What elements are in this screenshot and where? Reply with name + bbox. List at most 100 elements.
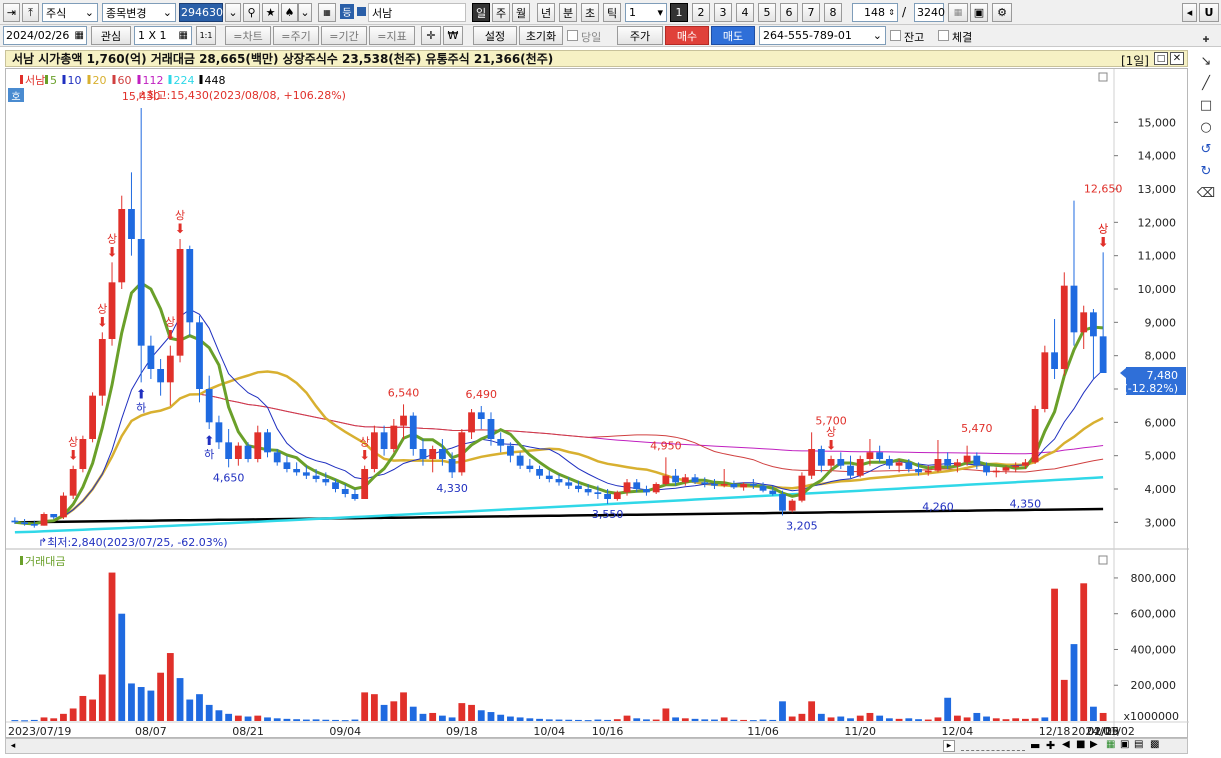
period-minute[interactable]: 분 bbox=[559, 3, 577, 22]
ratio-button[interactable]: 1:1 bbox=[196, 26, 216, 45]
prev-icon[interactable]: ◂ bbox=[1182, 3, 1197, 22]
candle-body bbox=[302, 472, 310, 476]
sell-button[interactable]: 매도 bbox=[711, 26, 755, 45]
zoom-slider[interactable] bbox=[961, 741, 1025, 751]
tool-icon[interactable]: ✚ bbox=[1196, 30, 1216, 48]
tab-range[interactable]: =기간 bbox=[321, 26, 367, 45]
save-icon[interactable]: ▣ bbox=[970, 3, 988, 22]
candle-body bbox=[1070, 285, 1078, 333]
volume-bar bbox=[254, 715, 262, 721]
page-2[interactable]: 2 bbox=[692, 3, 710, 22]
candle-body bbox=[779, 494, 786, 511]
rect-icon[interactable]: □ bbox=[1196, 96, 1216, 114]
zoom-out-icon[interactable]: ▬ bbox=[1030, 739, 1040, 752]
today-checkbox[interactable] bbox=[567, 30, 578, 41]
candle-body bbox=[468, 412, 475, 433]
period-year[interactable]: 년 bbox=[537, 3, 555, 22]
excel-icon[interactable]: ▦ bbox=[1106, 739, 1115, 750]
scroll-left-icon[interactable]: ◂ bbox=[7, 740, 19, 752]
page-7[interactable]: 7 bbox=[802, 3, 820, 22]
crosshair-icon[interactable]: ✛ bbox=[421, 26, 441, 45]
save-chart-icon[interactable]: ▣ bbox=[1120, 739, 1129, 750]
interest-button[interactable]: 관심 bbox=[91, 26, 131, 45]
period-tick[interactable]: 틱 bbox=[603, 3, 621, 22]
page-4[interactable]: 4 bbox=[736, 3, 754, 22]
candle-body bbox=[497, 439, 505, 446]
legend-swatch bbox=[199, 75, 203, 84]
market-select[interactable]: 주식 ⌄ bbox=[42, 3, 98, 22]
candle-body bbox=[934, 459, 942, 471]
fill-checkbox[interactable] bbox=[938, 30, 949, 41]
candle-body bbox=[1080, 312, 1088, 333]
date-input[interactable]: 2024/02/26 ▦ bbox=[3, 26, 87, 45]
price-label: 6,490 bbox=[466, 388, 498, 401]
zoom-in-icon[interactable]: ✚ bbox=[1046, 739, 1055, 752]
maximize-icon[interactable]: □ bbox=[1154, 52, 1168, 65]
buy-button[interactable]: 매수 bbox=[665, 26, 709, 45]
won-icon[interactable]: ₩ bbox=[443, 26, 463, 45]
period-second[interactable]: 초 bbox=[581, 3, 599, 22]
count-input[interactable]: 148 ⇕ bbox=[852, 3, 898, 22]
search-icon[interactable]: ⚲ bbox=[243, 3, 260, 22]
code-dropdown-icon[interactable]: ⌄ bbox=[225, 3, 241, 22]
candle-body bbox=[788, 500, 796, 511]
page-3[interactable]: 3 bbox=[714, 3, 732, 22]
balance-checkbox[interactable] bbox=[890, 30, 901, 41]
low-note: ↱최저:2,840(2023/07/25, -62.03%) bbox=[38, 536, 228, 549]
period-day[interactable]: 일 bbox=[472, 3, 490, 22]
u-button[interactable]: U bbox=[1199, 3, 1219, 22]
play-back-icon[interactable]: ◀ bbox=[1062, 739, 1070, 750]
candle-body bbox=[322, 479, 330, 483]
chart-svg[interactable]: 3,0004,0005,0006,0007,0008,0009,00010,00… bbox=[6, 69, 1189, 739]
spade-dropdown-icon[interactable]: ⌄ bbox=[298, 3, 312, 22]
candle-body bbox=[905, 462, 913, 469]
pin-icon[interactable]: ⇥ bbox=[3, 3, 20, 22]
volume-bar bbox=[351, 719, 359, 721]
stop-icon[interactable]: ■ bbox=[1076, 739, 1085, 750]
price-tick-label: 8,000 bbox=[1145, 350, 1177, 363]
print-icon[interactable]: ▤ bbox=[1134, 739, 1143, 750]
reset-button[interactable]: 초기화 bbox=[519, 26, 563, 45]
stock-code-input[interactable]: 294630 bbox=[179, 3, 223, 22]
candle-body bbox=[1051, 352, 1058, 369]
candle-body bbox=[633, 482, 641, 489]
scroll-lock-icon[interactable]: ▦ bbox=[948, 3, 968, 22]
page-6[interactable]: 6 bbox=[780, 3, 798, 22]
tab-indicator[interactable]: =지표 bbox=[369, 26, 415, 45]
tab-chart[interactable]: =차트 bbox=[225, 26, 271, 45]
grid-icon[interactable]: ▦ bbox=[318, 3, 336, 22]
undo-icon[interactable]: ↺ bbox=[1196, 140, 1216, 158]
pointer-icon[interactable]: ↘ bbox=[1196, 52, 1216, 70]
circle-icon[interactable]: ○ bbox=[1196, 118, 1216, 136]
page-5[interactable]: 5 bbox=[758, 3, 776, 22]
x-tick-label: 2023/07/19 bbox=[8, 725, 71, 738]
star-icon[interactable]: ★ bbox=[262, 3, 279, 22]
chart-area[interactable]: 3,0004,0005,0006,0007,0008,0009,00010,00… bbox=[5, 68, 1189, 739]
period-month[interactable]: 월 bbox=[512, 3, 530, 22]
candle-body bbox=[341, 489, 349, 494]
price-button[interactable]: 주가 bbox=[617, 26, 663, 45]
line-icon[interactable]: ╱ bbox=[1196, 74, 1216, 92]
period-week[interactable]: 주 bbox=[492, 3, 510, 22]
settings-button[interactable]: 설정 bbox=[473, 26, 517, 45]
tab-period[interactable]: =주기 bbox=[273, 26, 319, 45]
scroll-right-icon[interactable]: ▸ bbox=[943, 740, 955, 752]
period-value-input[interactable]: 1 ▾ bbox=[625, 3, 667, 22]
page-1[interactable]: 1 bbox=[670, 3, 688, 22]
play-icon[interactable]: ▶ bbox=[1090, 739, 1098, 750]
candle-body bbox=[390, 425, 398, 449]
gear-icon[interactable]: ⚙ bbox=[992, 3, 1012, 22]
chart-scrollbar[interactable]: ◂ ▸ ▬ ✚ ◀ ■ ▶ ▦ ▣ ▤ ▩ bbox=[5, 738, 1188, 754]
close-icon[interactable]: ✕ bbox=[1170, 52, 1184, 65]
account-select[interactable]: 264-555-789-01 ⌄ bbox=[759, 26, 886, 45]
top-icon[interactable]: ⤒ bbox=[22, 3, 39, 22]
settings-small-icon[interactable]: ▩ bbox=[1150, 739, 1159, 750]
page-8[interactable]: 8 bbox=[824, 3, 842, 22]
eraser-icon[interactable]: ⌫ bbox=[1196, 184, 1216, 202]
volume-tick-label: 200,000 bbox=[1131, 679, 1177, 692]
change-stock-select[interactable]: 종목변경 ⌄ bbox=[102, 3, 176, 22]
volume-bar bbox=[89, 699, 96, 721]
redo-icon[interactable]: ↻ bbox=[1196, 162, 1216, 180]
spade-icon[interactable]: ♠ bbox=[281, 3, 298, 22]
layout-select[interactable]: 1 X 1 ▦ bbox=[134, 26, 192, 45]
